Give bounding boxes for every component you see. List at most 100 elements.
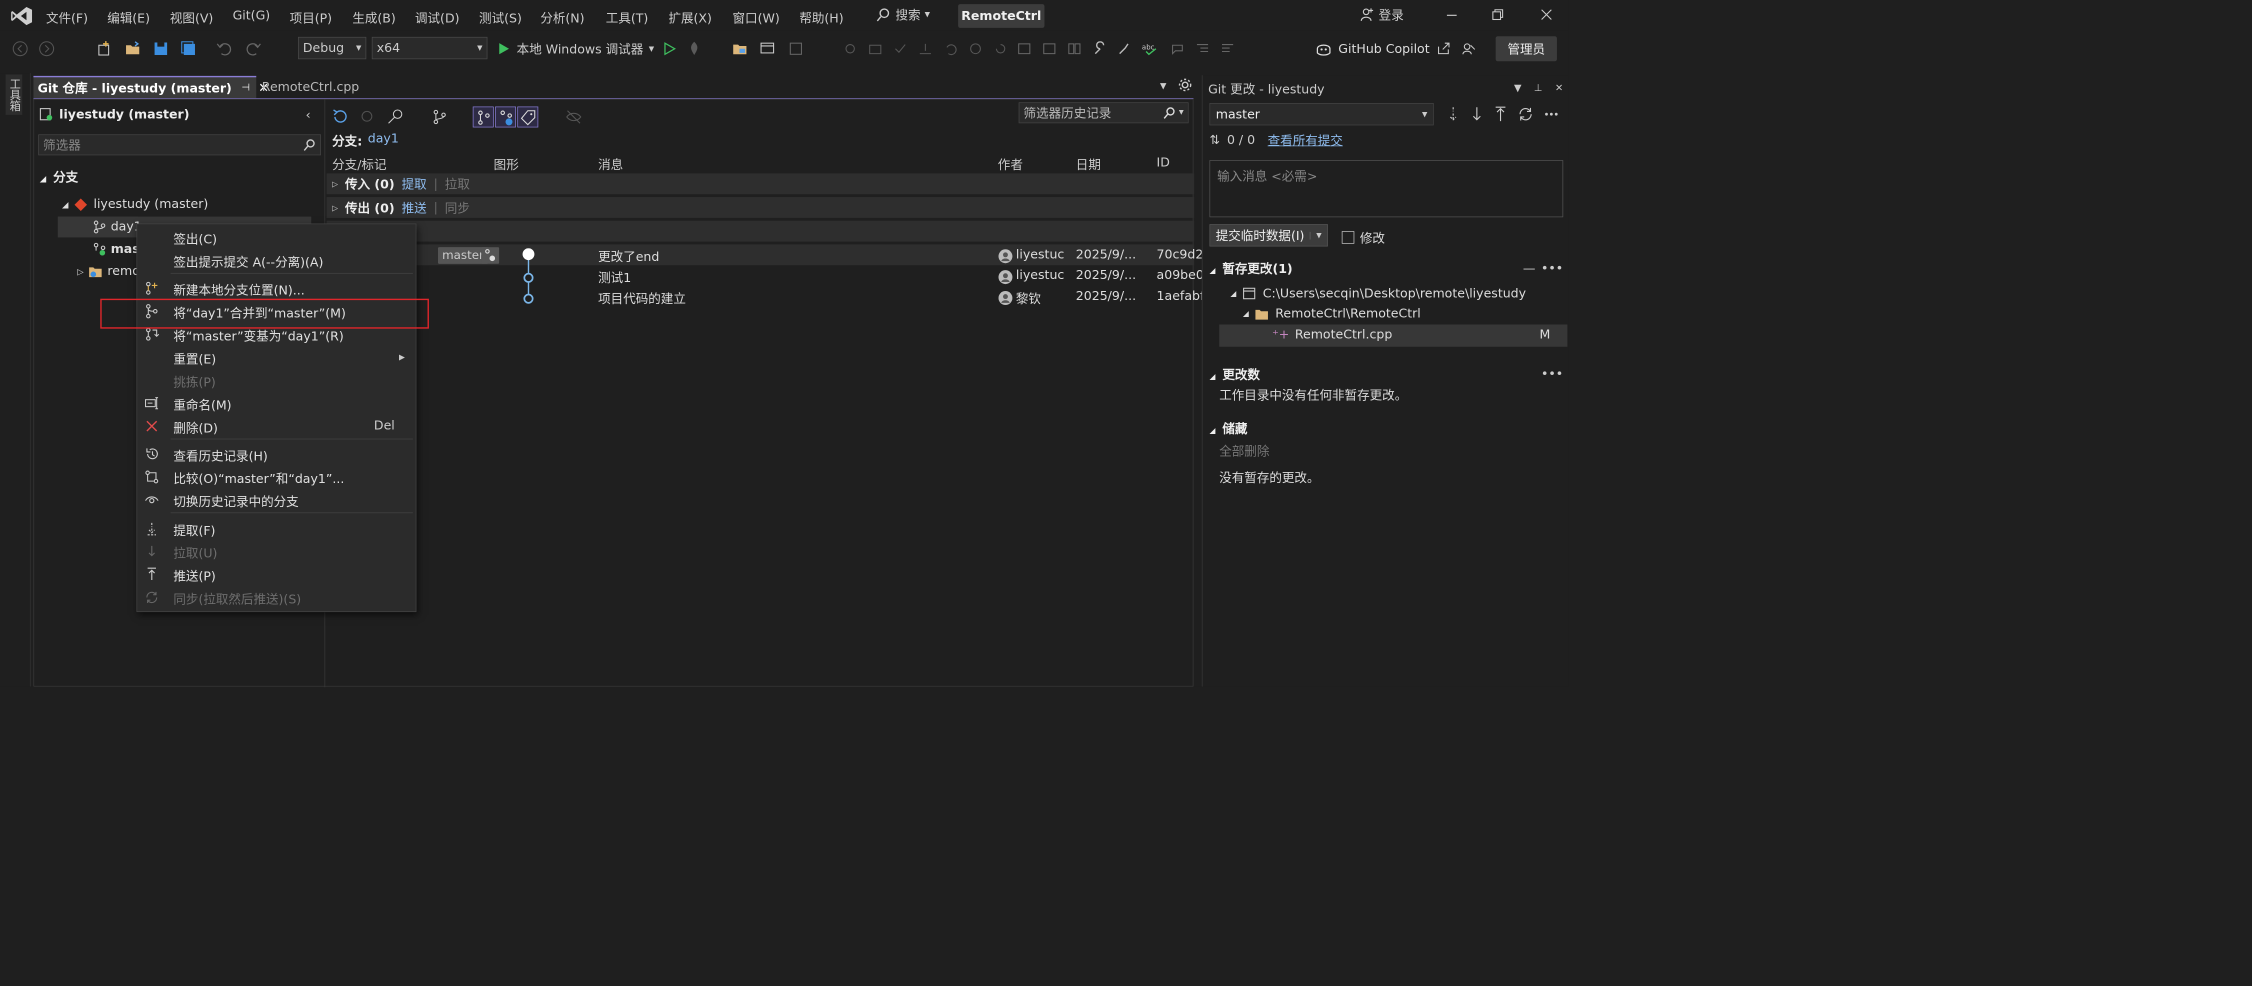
- tab-remotectrl-cpp[interactable]: RemoteCtrl.cpp: [258, 76, 401, 98]
- amend-checkbox[interactable]: 修改: [1341, 228, 1385, 246]
- stash-header[interactable]: ◢ 储藏: [1209, 419, 1247, 437]
- menu-project[interactable]: 项目(P): [290, 8, 332, 26]
- pull-icon[interactable]: [1470, 106, 1484, 123]
- menu-item-view-history[interactable]: 查看历史记录(H): [173, 446, 267, 464]
- menu-extensions[interactable]: 扩展(X): [668, 8, 711, 26]
- start-debugging-button[interactable]: 本地 Windows 调试器 ▼: [496, 39, 654, 58]
- current-branch-name[interactable]: day1: [368, 132, 399, 150]
- menu-item-rebase[interactable]: 将“master”变基为“day1”(R): [173, 327, 343, 345]
- column-author[interactable]: 作者: [998, 155, 1023, 173]
- local-history-section[interactable]: [326, 220, 1195, 242]
- menu-test[interactable]: 测试(S): [479, 8, 522, 26]
- changes-header[interactable]: ◢ 更改数 •••: [1209, 365, 1563, 383]
- outdent-icon[interactable]: [1220, 41, 1235, 56]
- back-icon[interactable]: [11, 40, 29, 58]
- staged-file[interactable]: ⁺+ RemoteCtrl.cpp: [1272, 327, 1392, 342]
- staged-changes-header[interactable]: ◢ 暂存更改(1) — •••: [1209, 259, 1563, 277]
- search-box[interactable]: 搜索 ▼: [876, 6, 930, 24]
- history-filter-input[interactable]: 筛选器历史记录 ▼: [1018, 102, 1189, 124]
- dropdown-icon[interactable]: ▼: [1514, 83, 1522, 94]
- chevron-down-icon[interactable]: ▼: [1309, 231, 1327, 240]
- tool-icon[interactable]: [1117, 41, 1132, 56]
- history-icon[interactable]: [968, 41, 983, 56]
- restore-button[interactable]: [1490, 7, 1505, 22]
- login-button[interactable]: 登录: [1359, 6, 1404, 24]
- branch-filter-input[interactable]: 筛选器: [38, 134, 321, 156]
- staged-repo-node[interactable]: ◢ C:\Users\secqin\Desktop\remote\liyestu…: [1230, 285, 1526, 301]
- platform-dropdown[interactable]: x64 ▼: [371, 36, 488, 60]
- menu-analyze[interactable]: 分析(N): [540, 8, 584, 26]
- undo-icon[interactable]: [943, 41, 958, 56]
- undo-icon[interactable]: [214, 40, 232, 58]
- menu-help[interactable]: 帮助(H): [799, 8, 843, 26]
- column-graph[interactable]: 图形: [494, 155, 519, 173]
- stash-delete-all-link[interactable]: 全部删除: [1219, 441, 1269, 459]
- start-without-debug-icon[interactable]: [661, 41, 676, 56]
- push-icon[interactable]: [1494, 106, 1508, 123]
- open-folder-icon[interactable]: [124, 40, 142, 58]
- staged-folder-node[interactable]: ◢ RemoteCtrl\RemoteCtrl: [1243, 306, 1421, 321]
- new-project-icon[interactable]: [96, 40, 114, 58]
- indent-icon[interactable]: [1195, 41, 1210, 56]
- incoming-fetch-link[interactable]: 提取: [402, 175, 427, 193]
- fetch-icon[interactable]: [1446, 106, 1460, 123]
- more-icon[interactable]: •••: [1541, 261, 1563, 276]
- step-icon[interactable]: [918, 41, 933, 56]
- pin-icon[interactable]: ⊣: [242, 82, 250, 93]
- admin-badge[interactable]: 管理员: [1495, 36, 1557, 62]
- configuration-dropdown[interactable]: Debug ▼: [298, 36, 367, 60]
- check-icon[interactable]: [893, 41, 908, 56]
- outgoing-section[interactable]: ▷ 传出 (0) 推送 | 同步: [326, 197, 1195, 218]
- minimize-button[interactable]: [1444, 7, 1459, 22]
- pin-icon[interactable]: ⊥: [1534, 83, 1542, 94]
- share-icon[interactable]: [1436, 41, 1451, 56]
- tab-overflow-icon[interactable]: ▼: [1160, 81, 1166, 91]
- browse-icon[interactable]: [787, 40, 805, 58]
- repo-node[interactable]: ◢ liyestudy (master): [62, 197, 208, 212]
- save-icon[interactable]: [152, 40, 170, 58]
- sync-icon[interactable]: [1517, 106, 1534, 123]
- menu-git[interactable]: Git(G): [233, 8, 271, 23]
- menu-build[interactable]: 生成(B): [352, 8, 395, 26]
- window-layout-icon[interactable]: [759, 40, 777, 58]
- menu-tools[interactable]: 工具(T): [606, 8, 649, 26]
- commit-staged-button[interactable]: 提交临时数据(I) ▼: [1209, 224, 1328, 247]
- menu-item-fetch[interactable]: 提取(F): [173, 521, 215, 539]
- wrench-icon[interactable]: [1092, 41, 1107, 56]
- comment-icon[interactable]: [1170, 41, 1185, 56]
- layout-icon[interactable]: [1067, 41, 1082, 56]
- column-date[interactable]: 日期: [1076, 155, 1101, 173]
- branch-selector[interactable]: master ▼: [1209, 103, 1434, 126]
- commit-message-input[interactable]: 输入消息 <必需>: [1209, 160, 1564, 218]
- format-icon[interactable]: [1017, 41, 1032, 56]
- remote-branches-toggle-icon[interactable]: [495, 106, 516, 128]
- copilot-button[interactable]: GitHub Copilot: [1315, 39, 1430, 58]
- menu-view[interactable]: 视图(V): [170, 8, 213, 26]
- menu-item-checkout-detached[interactable]: 签出提示提交 A(--分离)(A): [173, 253, 323, 271]
- outgoing-sync-link[interactable]: 同步: [445, 198, 470, 216]
- amend-checkbox-box[interactable]: [1341, 231, 1355, 244]
- column-message[interactable]: 消息: [598, 155, 623, 173]
- refresh-icon[interactable]: [331, 108, 349, 126]
- feedback-icon[interactable]: [1461, 41, 1476, 56]
- menu-item-push[interactable]: 推送(P): [173, 567, 215, 585]
- camera-icon[interactable]: [868, 41, 883, 56]
- unstage-all-icon[interactable]: —: [1523, 261, 1536, 276]
- solution-explorer-icon[interactable]: [731, 40, 749, 58]
- outgoing-push-link[interactable]: 推送: [402, 198, 427, 216]
- toolbox-tab[interactable]: 工具箱: [5, 74, 23, 115]
- menu-item-toggle-history[interactable]: 切换历史记录中的分支: [173, 492, 298, 510]
- column-branch-tag[interactable]: 分支/标记: [332, 155, 386, 173]
- more-icon[interactable]: [1544, 106, 1559, 123]
- menu-debug[interactable]: 调试(D): [415, 8, 459, 26]
- redo-icon[interactable]: [245, 40, 263, 58]
- menu-item-compare[interactable]: 比较(O)“master”和“day1”...: [173, 469, 344, 487]
- more-icon[interactable]: •••: [1541, 367, 1563, 382]
- hot-reload-icon[interactable]: [685, 40, 703, 58]
- menu-item-reset[interactable]: 重置(E): [173, 350, 216, 368]
- menu-item-checkout[interactable]: 签出(C): [173, 230, 217, 248]
- collapse-pane-icon[interactable]: ‹: [306, 108, 311, 123]
- spellcheck-icon[interactable]: abc: [1142, 41, 1160, 56]
- branches-section-header[interactable]: ◢ 分支: [40, 168, 78, 186]
- save-all-icon[interactable]: [180, 40, 198, 58]
